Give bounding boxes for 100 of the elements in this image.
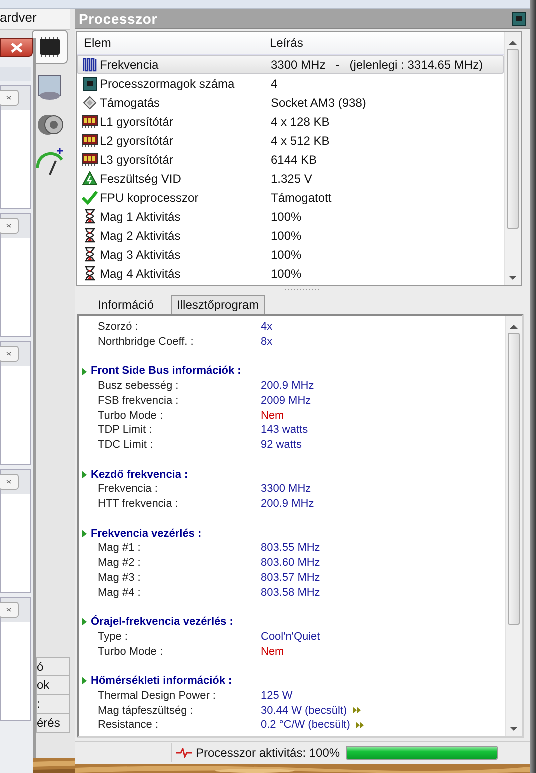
item-name: L2 gyorsítótár <box>100 134 174 148</box>
chip-icon <box>37 36 63 58</box>
field-label: TDC Limit : <box>98 438 154 453</box>
list-row[interactable]: Feszültség VID 1.325 V <box>77 169 504 188</box>
field-value: 92 watts <box>261 438 302 453</box>
list-row[interactable]: Mag 2 Aktivitás 100% <box>77 226 504 245</box>
list-row[interactable]: Mag 3 Aktivitás 100% <box>77 245 504 264</box>
list-row[interactable]: L2 gyorsítótár 4 x 512 KB <box>77 131 504 150</box>
side-tab[interactable]: : <box>36 695 70 714</box>
field-label: Szorzó : <box>98 320 140 335</box>
scrollbar[interactable] <box>504 32 521 285</box>
section-heading: Front Side Bus információk : <box>91 364 242 379</box>
item-value: 100% <box>271 228 302 242</box>
item-value: 100% <box>271 210 302 224</box>
close-icon <box>6 94 12 102</box>
triangle-icon <box>82 530 87 538</box>
field-label: FSB frekvencia : <box>98 394 180 408</box>
item-name: Támogatás <box>100 96 160 110</box>
window-title: Processzor <box>79 10 158 26</box>
list-row[interactable]: Processzormagok száma 4 <box>77 74 504 93</box>
item-value: 6144 KB <box>271 152 318 166</box>
item-name: L3 gyorsítótár <box>100 152 174 166</box>
list-row[interactable]: L1 gyorsítótár 4 x 128 KB <box>77 112 504 131</box>
side-tab[interactable]: ok <box>36 676 70 695</box>
field-value: 4x <box>261 320 273 335</box>
close-icon <box>10 42 24 52</box>
memory-chip-icon <box>82 134 98 148</box>
field-label: Mag tápfeszültség : <box>98 704 194 718</box>
item-name: Mag 3 Aktivitás <box>100 248 181 262</box>
memory-chip-icon <box>82 114 98 128</box>
side-tab[interactable]: érés <box>36 714 70 733</box>
field-value: 30.44 W (becsült) <box>261 704 348 718</box>
field-value: 2009 MHz <box>261 394 312 408</box>
triangle-icon <box>82 470 87 479</box>
window-title: ardver <box>0 9 70 30</box>
field-value: 803.55 MHz <box>261 541 320 556</box>
item-value: 4 x 512 KB <box>271 134 330 148</box>
field-value: Nem <box>261 644 284 660</box>
column-header[interactable]: Leírás <box>270 36 304 50</box>
item-value: 1.325 V <box>271 172 312 186</box>
list-row[interactable]: L3 gyorsítótár 6144 KB <box>77 150 504 169</box>
item-value: 4 <box>271 76 278 90</box>
field-label: Mag #3 : <box>98 570 142 586</box>
item-value: 4 x 128 KB <box>271 114 330 128</box>
close-icon <box>6 222 12 230</box>
chip-button[interactable] <box>32 30 68 64</box>
field-value: 143 watts <box>261 423 308 438</box>
field-value: 3300 MHz <box>261 482 312 497</box>
scroll-up-icon <box>509 40 517 45</box>
checkmark-icon <box>82 190 98 204</box>
section-heading: Órajel-frekvencia vezérlés : <box>91 615 234 630</box>
hourglass-icon <box>84 247 96 262</box>
diamond-icon <box>83 96 97 110</box>
field-value: 8x <box>261 334 273 350</box>
field-label: Resistance : <box>98 718 160 733</box>
close-button[interactable] <box>0 38 33 57</box>
field-label: Frekvencia : <box>98 482 159 497</box>
pulse-icon <box>176 748 192 758</box>
close-icon <box>6 350 12 358</box>
field-value: 125 W <box>261 688 293 704</box>
scrollbar[interactable] <box>505 316 522 736</box>
list-row[interactable]: FPU koprocesszor Támogatott <box>77 188 504 207</box>
field-label: Type : <box>98 630 129 644</box>
close-icon <box>6 478 12 486</box>
field-value: 200.9 MHz <box>261 497 314 512</box>
field-label: Busz sebesség : <box>98 379 180 394</box>
item-value: Socket AM3 (938) <box>271 96 366 110</box>
scroll-up-icon <box>510 324 518 329</box>
item-name: Frekvencia <box>100 58 159 72</box>
field-label: Turbo Mode : <box>98 408 164 424</box>
field-value: 803.58 MHz <box>261 586 320 600</box>
field-value: 803.57 MHz <box>261 570 320 586</box>
section-heading: Frekvencia vezérlés : <box>91 526 202 542</box>
item-name: Mag 4 Aktivitás <box>100 266 181 280</box>
side-tab[interactable]: ó <box>36 657 70 676</box>
field-label: HTT frekvencia : <box>98 497 180 512</box>
field-label: Mag #4 : <box>98 586 142 600</box>
field-label: Turbo Mode : <box>98 644 164 660</box>
item-value: 100% <box>271 248 302 262</box>
gauge-icon <box>35 148 65 178</box>
list-row[interactable]: Mag 4 Aktivitás 100% <box>77 264 504 283</box>
item-value: Támogatott <box>271 190 332 204</box>
column-header[interactable]: Elem <box>84 36 112 50</box>
list-row[interactable]: Frekvencia 3300 MHz - (jelenlegi : 3314.65 MHz) <box>77 55 504 74</box>
field-value: 0.2 °C/W (becsült) <box>261 718 350 733</box>
triangle-icon <box>82 618 87 626</box>
field-value: Cool'n'Quiet <box>261 630 320 644</box>
triangle-icon <box>82 677 87 686</box>
memory-chip-icon <box>82 152 98 166</box>
triangle-icon <box>82 368 87 376</box>
list-row[interactable]: Mag 1 Aktivitás 100% <box>77 207 504 226</box>
section-heading: Hőmérsékleti információk : <box>91 674 232 689</box>
item-name: Processzormagok száma <box>100 76 235 90</box>
chip-icon <box>83 76 97 90</box>
item-name: FPU koprocesszor <box>100 190 199 204</box>
item-name: L1 gyorsítótár <box>100 114 174 128</box>
tab[interactable]: Illesztőprogram <box>171 295 266 314</box>
field-value: 803.60 MHz <box>261 556 320 571</box>
list-row[interactable]: Támogatás Socket AM3 (938) <box>77 93 504 112</box>
item-name: Feszültség VID <box>100 172 182 186</box>
